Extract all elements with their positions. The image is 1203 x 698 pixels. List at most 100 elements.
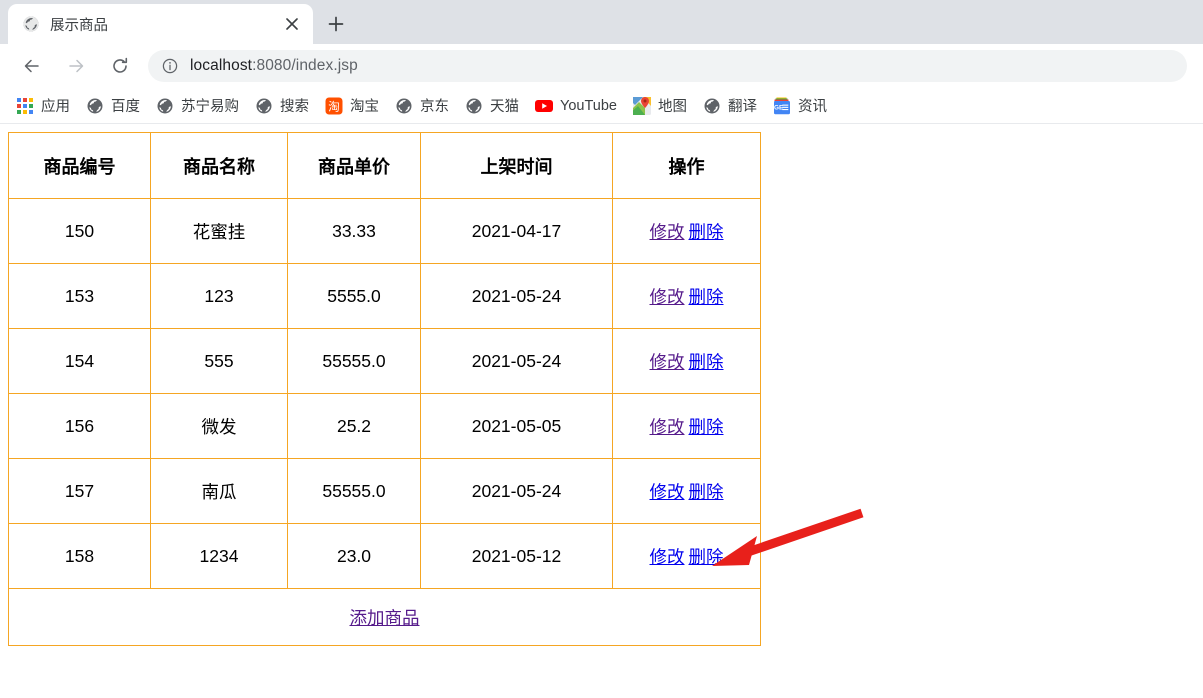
globe-icon (22, 15, 40, 33)
cell-id: 150 (8, 198, 151, 264)
cell-price: 25.2 (287, 393, 421, 459)
browser-window: 展示商品 localhost:8080/index.jsp 应用 百度 苏宁易购… (0, 0, 1203, 698)
cell-date: 2021-05-24 (420, 263, 613, 329)
bookmark-baidu[interactable]: 百度 (80, 92, 146, 120)
table-footer: 添加商品 (8, 588, 761, 646)
url-host: localhost (190, 57, 253, 74)
back-arrow-icon[interactable] (16, 50, 48, 82)
cell-date: 2021-05-24 (420, 458, 613, 524)
forward-arrow-icon[interactable] (60, 50, 92, 82)
delete-link[interactable]: 删除 (689, 222, 724, 242)
bookmark-news[interactable]: GE 资讯 (767, 92, 833, 120)
cell-date: 2021-04-17 (420, 198, 613, 264)
bookmark-label: 搜索 (280, 99, 309, 115)
bookmark-tmall[interactable]: 天猫 (459, 92, 525, 120)
svg-text:淘: 淘 (328, 99, 340, 113)
column-header-price: 商品单价 (287, 132, 421, 199)
delete-link[interactable]: 删除 (689, 482, 724, 502)
products-table: 商品编号 商品名称 商品单价 上架时间 操作 150 花蜜挂 33.33 202… (8, 132, 761, 646)
bookmark-label: 天猫 (490, 99, 519, 115)
cell-operations: 修改 删除 (612, 198, 761, 264)
bookmark-translate[interactable]: 翻译 (697, 92, 763, 120)
url-path: :8080/index.jsp (252, 57, 358, 74)
bookmark-label: 应用 (41, 99, 70, 115)
address-bar[interactable]: localhost:8080/index.jsp (148, 50, 1187, 82)
bookmark-taobao[interactable]: 淘 淘宝 (319, 92, 385, 120)
bookmark-search[interactable]: 搜索 (249, 92, 315, 120)
cell-name: 123 (150, 263, 288, 329)
cell-price: 55555.0 (287, 328, 421, 394)
bookmark-maps[interactable]: 地图 (627, 92, 693, 120)
cell-operations: 修改 删除 (612, 328, 761, 394)
cell-operations: 修改 删除 (612, 523, 761, 589)
delete-link[interactable]: 删除 (689, 352, 724, 372)
table-row: 158 1234 23.0 2021-05-12 修改 删除 (8, 523, 761, 589)
cell-date: 2021-05-24 (420, 328, 613, 394)
tab-title: 展示商品 (50, 17, 108, 34)
cell-name: 南瓜 (150, 458, 288, 524)
edit-link[interactable]: 修改 (650, 482, 685, 502)
taobao-icon: 淘 (325, 97, 343, 115)
globe-icon (465, 97, 483, 115)
cell-id: 154 (8, 328, 151, 394)
bookmarks-bar: 应用 百度 苏宁易购 搜索 淘 淘宝 京东 天猫 YouTube 地图 翻译 G… (0, 88, 1203, 124)
globe-icon (156, 97, 174, 115)
tab-active[interactable]: 展示商品 (8, 4, 313, 44)
column-header-id: 商品编号 (8, 132, 151, 199)
table-row: 150 花蜜挂 33.33 2021-04-17 修改 删除 (8, 198, 761, 264)
bookmark-suning[interactable]: 苏宁易购 (150, 92, 245, 120)
delete-link[interactable]: 删除 (689, 547, 724, 567)
close-icon[interactable] (281, 13, 303, 35)
cell-price: 33.33 (287, 198, 421, 264)
new-tab-button[interactable] (319, 7, 353, 41)
bookmark-label: 苏宁易购 (181, 99, 239, 115)
bookmark-label: 地图 (657, 99, 687, 115)
cell-add-product: 添加商品 (8, 588, 761, 646)
browser-toolbar: localhost:8080/index.jsp (0, 44, 1203, 88)
bookmark-label: 淘宝 (350, 99, 379, 115)
globe-icon (395, 97, 413, 115)
google-maps-icon (632, 96, 651, 115)
cell-date: 2021-05-05 (420, 393, 613, 459)
edit-link[interactable]: 修改 (650, 287, 685, 307)
cell-price: 55555.0 (287, 458, 421, 524)
table-body: 150 花蜜挂 33.33 2021-04-17 修改 删除 153 123 55… (8, 198, 761, 589)
delete-link[interactable]: 删除 (689, 417, 724, 437)
cell-id: 153 (8, 263, 151, 329)
cell-id: 157 (8, 458, 151, 524)
cell-name: 1234 (150, 523, 288, 589)
bookmark-label: 翻译 (727, 99, 757, 115)
cell-name: 微发 (150, 393, 288, 459)
globe-icon (703, 97, 721, 115)
bookmark-apps[interactable]: 应用 (10, 92, 76, 120)
edit-link[interactable]: 修改 (650, 352, 685, 372)
cell-operations: 修改 删除 (612, 458, 761, 524)
apps-grid-icon (16, 97, 34, 115)
column-header-name: 商品名称 (150, 132, 288, 199)
cell-id: 156 (8, 393, 151, 459)
bookmark-youtube[interactable]: YouTube (529, 92, 623, 120)
bookmark-label: YouTube (560, 97, 617, 114)
globe-icon (86, 97, 104, 115)
reload-icon[interactable] (104, 50, 136, 82)
column-header-ops: 操作 (612, 132, 761, 199)
table-footer-row: 添加商品 (8, 588, 761, 646)
cell-id: 158 (8, 523, 151, 589)
edit-link[interactable]: 修改 (650, 222, 685, 242)
add-product-link[interactable]: 添加商品 (350, 608, 420, 628)
cell-name: 花蜜挂 (150, 198, 288, 264)
address-bar-url: localhost:8080/index.jsp (190, 57, 358, 75)
edit-link[interactable]: 修改 (650, 547, 685, 567)
plus-icon (328, 16, 344, 32)
table-row: 154 555 55555.0 2021-05-24 修改 删除 (8, 328, 761, 394)
table-row: 156 微发 25.2 2021-05-05 修改 删除 (8, 393, 761, 459)
column-header-date: 上架时间 (420, 132, 613, 199)
cell-operations: 修改 删除 (612, 393, 761, 459)
cell-date: 2021-05-12 (420, 523, 613, 589)
edit-link[interactable]: 修改 (650, 417, 685, 437)
bookmark-jd[interactable]: 京东 (389, 92, 455, 120)
delete-link[interactable]: 删除 (689, 287, 724, 307)
bookmark-label: 资讯 (797, 99, 827, 115)
youtube-icon (535, 97, 553, 115)
info-circle-icon[interactable] (162, 58, 178, 74)
